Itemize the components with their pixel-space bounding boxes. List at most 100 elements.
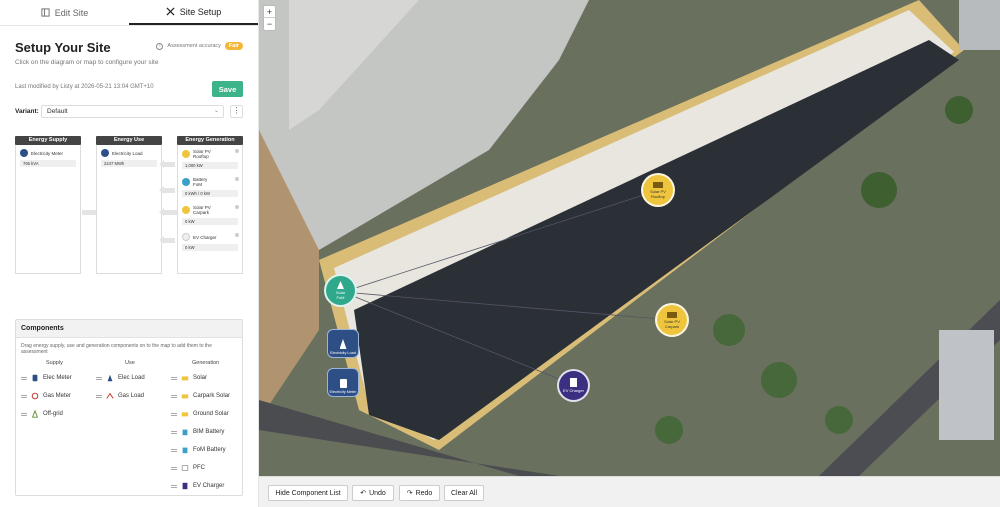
- redo-button[interactable]: ↷ Redo: [399, 485, 440, 501]
- variant-value: Default: [47, 108, 68, 115]
- map-pin-electricity-meter[interactable]: Electricity Meter: [327, 368, 359, 397]
- ev-charger-icon: [182, 233, 190, 241]
- meter-icon: [32, 374, 38, 382]
- battery-icon: [182, 447, 188, 454]
- drag-handle-icon[interactable]: [96, 394, 102, 398]
- status-dot: [235, 233, 239, 237]
- site-map[interactable]: Solar PV Rooftop Solar PV Carpark Solar …: [259, 0, 1000, 476]
- tab-site-setup[interactable]: Site Setup: [129, 0, 258, 25]
- accuracy-label: Assessment accuracy: [167, 43, 221, 49]
- map-pin-grid[interactable]: Solar FoM: [324, 274, 357, 307]
- tower-icon: [31, 410, 39, 418]
- flow-arrow: [163, 162, 175, 167]
- tab-site-setup-label: Site Setup: [179, 6, 222, 17]
- electricity-meter-card[interactable]: Electricity Meter 765 kVA: [16, 145, 80, 171]
- components-panel: Components Drag energy supply, use and g…: [15, 319, 243, 496]
- save-button[interactable]: Save: [212, 81, 243, 97]
- components-description: Drag energy supply, use and generation c…: [21, 343, 212, 355]
- battery-icon: [182, 429, 188, 436]
- component-ev-charger[interactable]: EV Charger: [171, 482, 224, 490]
- more-options-button[interactable]: ⋮: [230, 105, 243, 118]
- drag-handle-icon[interactable]: [171, 466, 177, 470]
- status-dot: [235, 205, 239, 209]
- page-subtitle: Click on the diagram or map to configure…: [15, 59, 159, 66]
- drag-handle-icon[interactable]: [171, 448, 177, 452]
- map-pin-ev-charger[interactable]: EV Charger: [557, 369, 590, 402]
- component-elec-meter[interactable]: Elec Meter: [21, 374, 72, 382]
- accuracy-badge: Fair: [224, 42, 243, 50]
- variant-select[interactable]: Default ⌄: [41, 105, 224, 118]
- energy-generation-heading: Energy Generation: [177, 136, 243, 145]
- drag-handle-icon[interactable]: [171, 484, 177, 488]
- redo-icon: ↷: [406, 490, 413, 497]
- drag-handle-icon[interactable]: [171, 412, 177, 416]
- components-heading: Components: [16, 320, 242, 338]
- ev-charger-icon: [182, 482, 188, 490]
- undo-icon: ↶: [360, 490, 367, 497]
- component-fom-battery[interactable]: FoM Battery: [171, 446, 226, 454]
- setup-header: Setup Your Site Click on the diagram or …: [15, 40, 243, 66]
- drag-handle-icon[interactable]: [96, 376, 102, 380]
- battery-fom-card[interactable]: Battery FoM 0 kWh / 0 kW: [178, 173, 242, 201]
- card-value: 1,000 kW: [182, 162, 238, 169]
- flow-arrow: [163, 238, 175, 243]
- component-carpark-solar[interactable]: Carpark Solar: [171, 392, 230, 400]
- zoom-control: + −: [263, 5, 276, 31]
- component-off-grid[interactable]: Off-grid: [21, 410, 63, 418]
- component-pfc[interactable]: PFC: [171, 464, 205, 472]
- component-ground-solar[interactable]: Ground Solar: [171, 410, 229, 418]
- map-pin-electricity-load[interactable]: Electricity Load: [327, 329, 359, 358]
- clear-all-button[interactable]: Clear All: [444, 485, 484, 501]
- card-value: 0 kWh / 0 kW: [182, 190, 238, 197]
- assessment-accuracy: i Assessment accuracy Fair: [156, 42, 243, 50]
- drag-handle-icon[interactable]: [21, 394, 27, 398]
- tab-edit-site[interactable]: Edit Site: [0, 0, 129, 25]
- undo-button[interactable]: ↶ Undo: [352, 485, 394, 501]
- card-value: 765 kVA: [20, 160, 76, 167]
- tab-edit-site-label: Edit Site: [54, 7, 89, 18]
- variant-label: Variant:: [15, 108, 39, 115]
- gas-load-icon: [106, 392, 114, 399]
- solar-carpark-card[interactable]: Solar PV Carpark 0 kW: [178, 201, 242, 229]
- info-icon[interactable]: i: [156, 42, 164, 50]
- zoom-in-button[interactable]: +: [264, 6, 275, 18]
- solar-rooftop-card[interactable]: Solar PV Rooftop 1,000 kW: [178, 145, 242, 173]
- generation-heading: Generation: [192, 360, 220, 366]
- ground-solar-icon: [181, 412, 189, 417]
- card-value: 0 kW: [182, 218, 238, 225]
- energy-supply-column: Energy Supply Electricity Meter 765 kVA: [15, 136, 81, 274]
- component-elec-load[interactable]: Elec Load: [96, 374, 145, 382]
- component-gas-meter[interactable]: Gas Meter: [21, 392, 71, 400]
- component-bim-battery[interactable]: BIM Battery: [171, 428, 224, 436]
- energy-generation-column: Energy Generation Solar PV Rooftop 1,000 …: [177, 136, 243, 274]
- pylon-icon: [337, 281, 344, 289]
- solar-panel-icon: [181, 376, 189, 381]
- drag-handle-icon[interactable]: [171, 394, 177, 398]
- electricity-load-card[interactable]: Electricity Load 2247 MWh: [97, 145, 161, 171]
- drag-handle-icon[interactable]: [171, 376, 177, 380]
- map-pin-solar-carpark[interactable]: Solar PV Carpark: [655, 303, 689, 337]
- pfc-icon: [181, 465, 189, 471]
- component-solar[interactable]: Solar: [171, 374, 207, 382]
- drag-handle-icon[interactable]: [171, 430, 177, 434]
- left-panel: Edit Site Site Setup Setup Your Site Cli…: [0, 0, 259, 507]
- use-heading: Use: [125, 360, 135, 366]
- ev-charger-icon: [570, 378, 577, 387]
- component-gas-load[interactable]: Gas Load: [96, 392, 144, 400]
- satellite-map-image: [259, 0, 1000, 476]
- hide-component-list-button[interactable]: Hide Component List: [268, 485, 348, 501]
- card-label: Electricity Load: [112, 150, 143, 156]
- map-pin-solar-rooftop[interactable]: Solar PV Rooftop: [641, 173, 675, 207]
- meter-icon: [339, 379, 347, 388]
- supply-heading: Supply: [46, 360, 63, 366]
- edit-icon: [41, 8, 50, 17]
- bottom-toolbar: Hide Component List ↶ Undo ↷ Redo Clear …: [259, 476, 1000, 507]
- ev-charger-card[interactable]: EV Charger 0 kW: [178, 229, 242, 255]
- drag-handle-icon[interactable]: [21, 412, 27, 416]
- drag-handle-icon[interactable]: [21, 376, 27, 380]
- zoom-out-button[interactable]: −: [264, 18, 275, 30]
- chevron-down-icon: ⌄: [213, 108, 219, 114]
- card-value: 0 kW: [182, 244, 238, 251]
- solar-icon: [182, 150, 190, 158]
- pylon-icon: [107, 374, 113, 382]
